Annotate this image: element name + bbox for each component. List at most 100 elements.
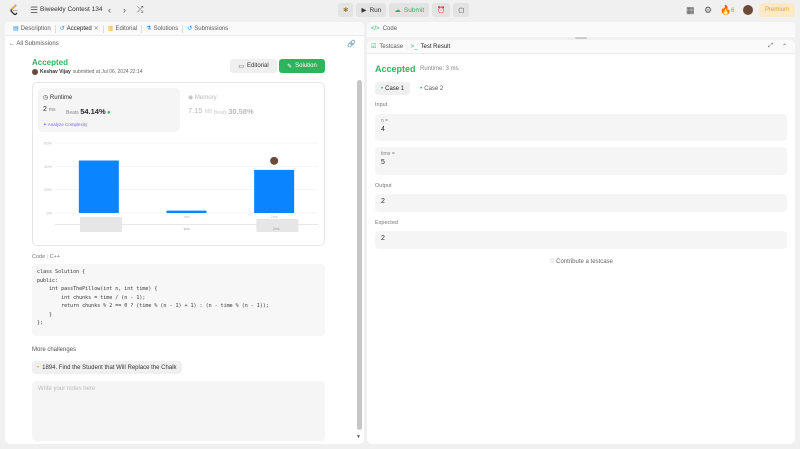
tab-testcase[interactable]: Testcase <box>379 44 403 50</box>
prev-problem-icon[interactable]: ‹ <box>108 5 111 15</box>
memory-chip-icon: ◉ <box>188 95 194 101</box>
result-status: Accepted <box>375 64 416 74</box>
premium-button[interactable]: Premium <box>759 3 795 17</box>
heart-icon: ♡ <box>549 259 555 265</box>
author-name[interactable]: Keshav Vijay <box>40 69 71 75</box>
y-tick-label: 0% <box>46 211 52 216</box>
runtime-distribution-chart[interactable]: 60% 40% 20% 0% 1ms 2ms 1ms 2ms <box>33 135 326 245</box>
leetcode-logo-icon[interactable] <box>9 4 20 16</box>
user-marker-avatar <box>269 155 280 166</box>
fire-streak-icon[interactable]: 🔥 <box>720 5 731 15</box>
input-label: Input <box>375 102 388 108</box>
scroll-down-icon[interactable]: ▼ <box>356 434 361 440</box>
debug-button[interactable]: ✱ <box>338 3 354 17</box>
tab-accepted[interactable]: ↺ Accepted ✕ <box>56 25 103 33</box>
left-tabs: ▤ Description ↺ Accepted ✕ ▥ Editorial ⚗ Solu… <box>5 22 364 36</box>
code-line: }; <box>37 320 44 326</box>
settings-gear-icon[interactable]: ⚙ <box>704 5 712 15</box>
layout-grid-icon[interactable]: ▦ <box>686 5 695 15</box>
test-panel: ☑ Testcase | >_ Test Result ⤢ ⌃ Accepted… <box>367 40 795 444</box>
input-n-box[interactable]: n = 4 <box>375 114 787 141</box>
problem-list-icon[interactable]: ☰ <box>30 5 38 15</box>
flask-icon: ⚗ <box>146 26 152 32</box>
x-tick-label: 1ms <box>183 215 190 219</box>
back-label: All Submissions <box>16 41 59 47</box>
note-icon: ▢ <box>458 7 465 14</box>
next-problem-icon[interactable]: › <box>123 5 126 15</box>
tab-submissions[interactable]: ↺ Submissions <box>183 25 232 33</box>
dot-icon: • <box>37 364 40 371</box>
expected-label: Expected <box>375 220 398 226</box>
memory-label[interactable]: ◉ Memory <box>188 94 217 101</box>
collapse-icon[interactable]: ⌃ <box>782 43 787 50</box>
language-label: C++ <box>49 254 61 260</box>
result-runtime: Runtime: 3 ms <box>420 66 459 72</box>
run-button[interactable]: ▶ Run <box>356 3 387 17</box>
navigator-window <box>80 217 122 232</box>
input-value: 5 <box>381 159 385 166</box>
edit-icon: ✎ <box>287 63 293 70</box>
more-challenges-label: More challenges <box>32 347 77 353</box>
submitted-time: submitted at Jul 06, 2024 22:14 <box>72 69 143 75</box>
notes-textarea[interactable]: Write your notes here <box>32 381 325 441</box>
input-time-box[interactable]: time = 5 <box>375 147 787 175</box>
tab-test-result[interactable]: Test Result <box>420 44 450 50</box>
link-icon[interactable]: 🔗 <box>347 40 356 48</box>
history-icon: ↺ <box>59 26 65 32</box>
timer-button[interactable]: ⏰ <box>432 3 451 17</box>
expected-box[interactable]: 2 <box>375 231 787 249</box>
tab-code[interactable]: Code <box>383 26 397 32</box>
all-submissions-link[interactable]: ← All Submissions <box>9 41 59 47</box>
resize-handle[interactable] <box>575 37 587 39</box>
runtime-panel[interactable]: ◷ Runtime 2 ms Beats 54.14% ● ✦ Analyze … <box>38 88 180 132</box>
y-tick-label: 20% <box>44 187 52 192</box>
contribute-testcase-link[interactable]: ♡ Contribute a testcase <box>367 258 795 265</box>
tab-solutions[interactable]: ⚗ Solutions <box>142 25 182 33</box>
output-box[interactable]: 2 <box>375 194 787 212</box>
code-line: int passThePillow(int n, int time) { <box>37 286 158 292</box>
challenge-item[interactable]: • 1894. Find the Student that Will Replac… <box>32 361 182 374</box>
runtime-label: ◷ Runtime <box>43 95 73 101</box>
bar <box>254 169 295 213</box>
tab-label: Editorial <box>115 25 138 32</box>
expand-icon[interactable]: ⤢ <box>768 43 773 50</box>
left-scrollbar[interactable] <box>354 80 364 444</box>
analyze-complexity-link[interactable]: ✦ Analyze Complexity <box>43 122 87 128</box>
submit-label: Submit <box>403 6 425 14</box>
play-icon: ▶ <box>361 7 367 14</box>
case-tab-1[interactable]: • Case 1 <box>375 82 411 95</box>
tab-label: Accepted <box>66 25 92 32</box>
user-avatar[interactable] <box>743 5 753 15</box>
tab-label: Submissions <box>194 25 229 32</box>
notes-button[interactable]: ▢ <box>453 3 470 17</box>
top-bar: ☰ Biweekly Contest 134 ‹ › ⤮ ✱ ▶ Run ☁ Sub… <box>0 0 800 20</box>
case-tab-2[interactable]: • Case 2 <box>414 82 449 95</box>
solution-button[interactable]: ✎ Solution <box>279 59 325 73</box>
case-tabs: • Case 1 • Case 2 <box>375 82 449 95</box>
challenge-title: 1894. Find the Student that Will Replace… <box>42 364 177 371</box>
checkbox-icon: ☑ <box>371 44 377 50</box>
code-line: public: <box>37 277 59 284</box>
close-icon[interactable]: ✕ <box>94 25 99 32</box>
output-label: Output <box>375 183 392 189</box>
code-section-label: Code | C++ <box>32 254 61 260</box>
terminal-icon: >_ <box>410 43 418 50</box>
test-tabs: ☑ Testcase | >_ Test Result ⤢ ⌃ <box>367 40 795 54</box>
arrow-left-icon: ← <box>9 41 15 47</box>
input-value: 4 <box>381 126 385 133</box>
input-name: time = <box>381 151 395 157</box>
submit-button[interactable]: ☁ Submit <box>389 3 430 17</box>
submission-status: Accepted <box>32 58 69 67</box>
y-tick-label: 40% <box>44 164 52 169</box>
tab-editorial[interactable]: ▥ Editorial <box>104 25 141 33</box>
award-icon: ● <box>107 110 111 116</box>
contest-name[interactable]: Biweekly Contest 134 <box>40 6 103 13</box>
code-block[interactable]: class Solution { public: int passThePillo… <box>32 264 325 336</box>
code-line: class Solution { <box>37 269 86 275</box>
tab-description[interactable]: ▤ Description <box>9 25 55 33</box>
submission-author: Keshav Vijay submitted at Jul 06, 2024 2… <box>32 69 143 75</box>
performance-card: ◷ Runtime 2 ms Beats 54.14% ● ✦ Analyze … <box>32 82 325 246</box>
editorial-button[interactable]: ▭ Editorial <box>230 59 277 73</box>
bar <box>78 160 119 213</box>
shuffle-icon[interactable]: ⤮ <box>137 5 143 15</box>
